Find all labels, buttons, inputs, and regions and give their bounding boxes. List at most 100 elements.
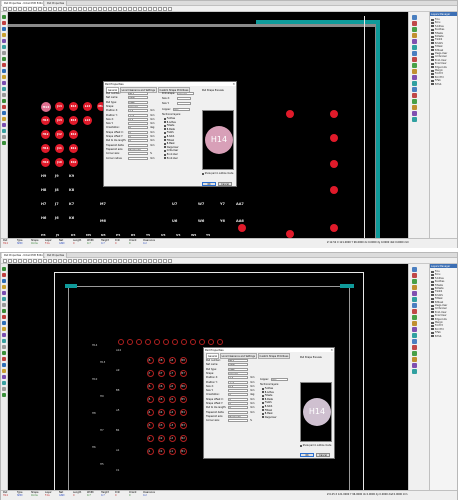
- right-tool-icon[interactable]: [412, 345, 417, 350]
- pad-ring[interactable]: [163, 339, 169, 345]
- checkbox-box[interactable]: [164, 121, 166, 124]
- field-input[interactable]: 0: [128, 126, 148, 130]
- toolbar-button-icon[interactable]: [93, 7, 97, 11]
- pad[interactable]: [330, 160, 338, 168]
- checkbox-box[interactable]: [164, 117, 166, 120]
- pad[interactable]: J6: [55, 216, 59, 220]
- right-tool-icon[interactable]: [412, 63, 417, 68]
- field-input[interactable]: 0.7: [228, 384, 248, 388]
- pad[interactable]: H12: [41, 130, 50, 139]
- pad-ring[interactable]: [145, 339, 151, 345]
- layer-checkbox[interactable]: Dwgs.User: [164, 146, 178, 149]
- field-input[interactable]: Horizontal: [128, 147, 148, 151]
- right-tool-icon[interactable]: [412, 117, 417, 122]
- field-input[interactable]: 0: [128, 135, 148, 138]
- pad[interactable]: [330, 186, 338, 194]
- left-tool-icon[interactable]: [2, 93, 6, 97]
- layer-checkbox[interactable]: F.Adhes: [164, 117, 175, 120]
- left-tool-icon[interactable]: [2, 381, 6, 385]
- left-tool-icon[interactable]: [2, 303, 6, 307]
- layer-color-swatch[interactable]: [431, 331, 434, 334]
- toolbar-button-icon[interactable]: [93, 259, 97, 263]
- pad-ring[interactable]: [199, 339, 205, 345]
- toolbar-button-icon[interactable]: [128, 259, 132, 263]
- layer-color-swatch[interactable]: [431, 335, 434, 338]
- pad[interactable]: [330, 134, 338, 142]
- right-tool-icon[interactable]: [412, 273, 417, 278]
- toolbar-button-icon[interactable]: [43, 259, 47, 263]
- pad-label[interactable]: V5: [176, 233, 180, 237]
- left-tool-icon[interactable]: [2, 309, 6, 313]
- toolbar-button-icon[interactable]: [118, 7, 122, 11]
- layer-checkbox[interactable]: F.Mask: [262, 409, 272, 412]
- layer-checkbox[interactable]: F.Adhes: [262, 387, 273, 390]
- pad-label[interactable]: Y5: [206, 233, 210, 237]
- toolbar-button-icon[interactable]: [68, 7, 72, 11]
- field-input[interactable]: 0.7: [128, 117, 148, 121]
- left-tool-icon[interactable]: [2, 267, 6, 271]
- toolbar-button-icon[interactable]: [143, 259, 147, 263]
- toolbar-button-icon[interactable]: [158, 7, 162, 11]
- left-tool-icon[interactable]: [2, 117, 6, 121]
- pad-ring[interactable]: [158, 357, 165, 364]
- field-input[interactable]: [228, 389, 248, 393]
- layer-checkbox[interactable]: B.Paste: [262, 398, 273, 401]
- toolbar-button-icon[interactable]: [68, 259, 72, 263]
- layer-color-swatch[interactable]: [431, 83, 434, 86]
- pad-label[interactable]: P5: [116, 233, 120, 237]
- left-tool-icon[interactable]: [2, 57, 6, 61]
- checkbox-box[interactable]: [164, 149, 166, 152]
- field-input[interactable]: GND: [228, 363, 248, 367]
- pad[interactable]: J8: [55, 188, 59, 192]
- pad-ring[interactable]: [172, 339, 178, 345]
- toolbar-button-icon[interactable]: [163, 7, 167, 11]
- right-tool-icon[interactable]: [412, 81, 417, 86]
- layer-color-swatch[interactable]: [431, 66, 434, 69]
- pad-label[interactable]: H5: [100, 463, 104, 466]
- right-tool-icon[interactable]: [412, 33, 417, 38]
- right-tool-icon[interactable]: [412, 21, 417, 26]
- pad[interactable]: K8: [69, 188, 74, 192]
- pad-ring[interactable]: [169, 409, 176, 416]
- field-input[interactable]: 0: [228, 393, 248, 397]
- toolbar-button-icon[interactable]: [3, 7, 7, 11]
- pad[interactable]: K9: [69, 174, 74, 178]
- left-tool-icon[interactable]: [2, 39, 6, 43]
- pad-label[interactable]: Y6: [220, 219, 225, 223]
- pad-ring[interactable]: [169, 435, 176, 442]
- copper-select[interactable]: F.Cu: [173, 108, 190, 111]
- toolbar-button-icon[interactable]: [168, 259, 172, 263]
- pad-ring[interactable]: [147, 435, 154, 442]
- left-tool-icon[interactable]: [2, 123, 6, 127]
- field-input[interactable]: 0: [228, 397, 248, 401]
- pad[interactable]: H8: [41, 188, 46, 192]
- layer-color-swatch[interactable]: [431, 59, 434, 62]
- pad-label[interactable]: R5: [131, 233, 135, 237]
- pad-label[interactable]: H14: [92, 344, 97, 347]
- field-input[interactable]: H14: [128, 92, 148, 95]
- field-input[interactable]: H14: [228, 359, 248, 362]
- checkbox-box[interactable]: [164, 131, 166, 134]
- toolbar-button-icon[interactable]: [58, 259, 62, 263]
- pad-label[interactable]: M5: [86, 233, 91, 237]
- pad-label[interactable]: J5: [56, 233, 59, 237]
- pad-label[interactable]: U7: [172, 202, 177, 206]
- toolbar-button-icon[interactable]: [38, 259, 42, 263]
- layer-row[interactable]: B.Fab: [431, 335, 441, 338]
- layer-color-swatch[interactable]: [431, 21, 434, 24]
- right-tool-icon[interactable]: [412, 15, 417, 20]
- left-tool-icon[interactable]: [2, 135, 6, 139]
- toolbar-button-icon[interactable]: [18, 259, 22, 263]
- pad-ring[interactable]: [217, 339, 223, 345]
- checkbox-box[interactable]: [164, 124, 166, 127]
- toolbar-button-icon[interactable]: [108, 259, 112, 263]
- toolbar-button-icon[interactable]: [168, 7, 172, 11]
- toolbar-button-icon[interactable]: [158, 259, 162, 263]
- pad[interactable]: [330, 110, 338, 118]
- pad-ring[interactable]: [181, 339, 187, 345]
- layer-checkbox[interactable]: B.Mask: [262, 412, 273, 415]
- left-tool-icon[interactable]: [2, 21, 6, 25]
- pad-label[interactable]: A5: [116, 409, 119, 412]
- left-tool-icon[interactable]: [2, 141, 6, 145]
- toolbar-button-icon[interactable]: [113, 259, 117, 263]
